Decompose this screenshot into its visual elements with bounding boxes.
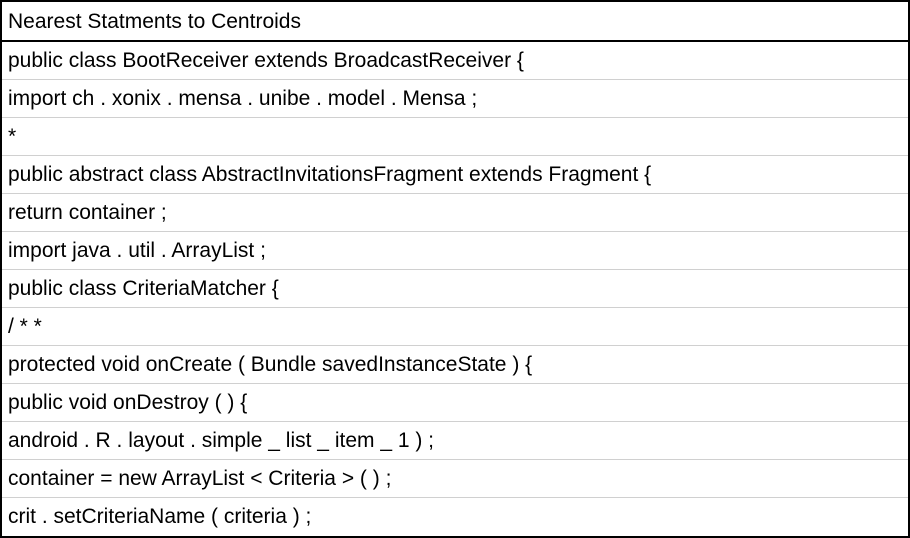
table-row: android . R . layout . simple _ list _ i… — [2, 422, 908, 460]
table-row: import java . util . ArrayList ; — [2, 232, 908, 270]
table-row: public abstract class AbstractInvitation… — [2, 156, 908, 194]
table-row: import ch . xonix . mensa . unibe . mode… — [2, 80, 908, 118]
table-row: return container ; — [2, 194, 908, 232]
table-row: / * * — [2, 308, 908, 346]
table-row: protected void onCreate ( Bundle savedIn… — [2, 346, 908, 384]
table-row: public class BootReceiver extends Broadc… — [2, 42, 908, 80]
table-header: Nearest Statments to Centroids — [2, 2, 908, 42]
table-row: container = new ArrayList < Criteria > (… — [2, 460, 908, 498]
centroid-statements-table: Nearest Statments to Centroids public cl… — [0, 0, 910, 538]
table-row: crit . setCriteriaName ( criteria ) ; — [8, 505, 312, 528]
table-row: public void onDestroy ( ) { — [2, 384, 908, 422]
table-row: public class CriteriaMatcher { — [2, 270, 908, 308]
table-row: * — [2, 118, 908, 156]
table-body: public class BootReceiver extends Broadc… — [2, 42, 908, 535]
